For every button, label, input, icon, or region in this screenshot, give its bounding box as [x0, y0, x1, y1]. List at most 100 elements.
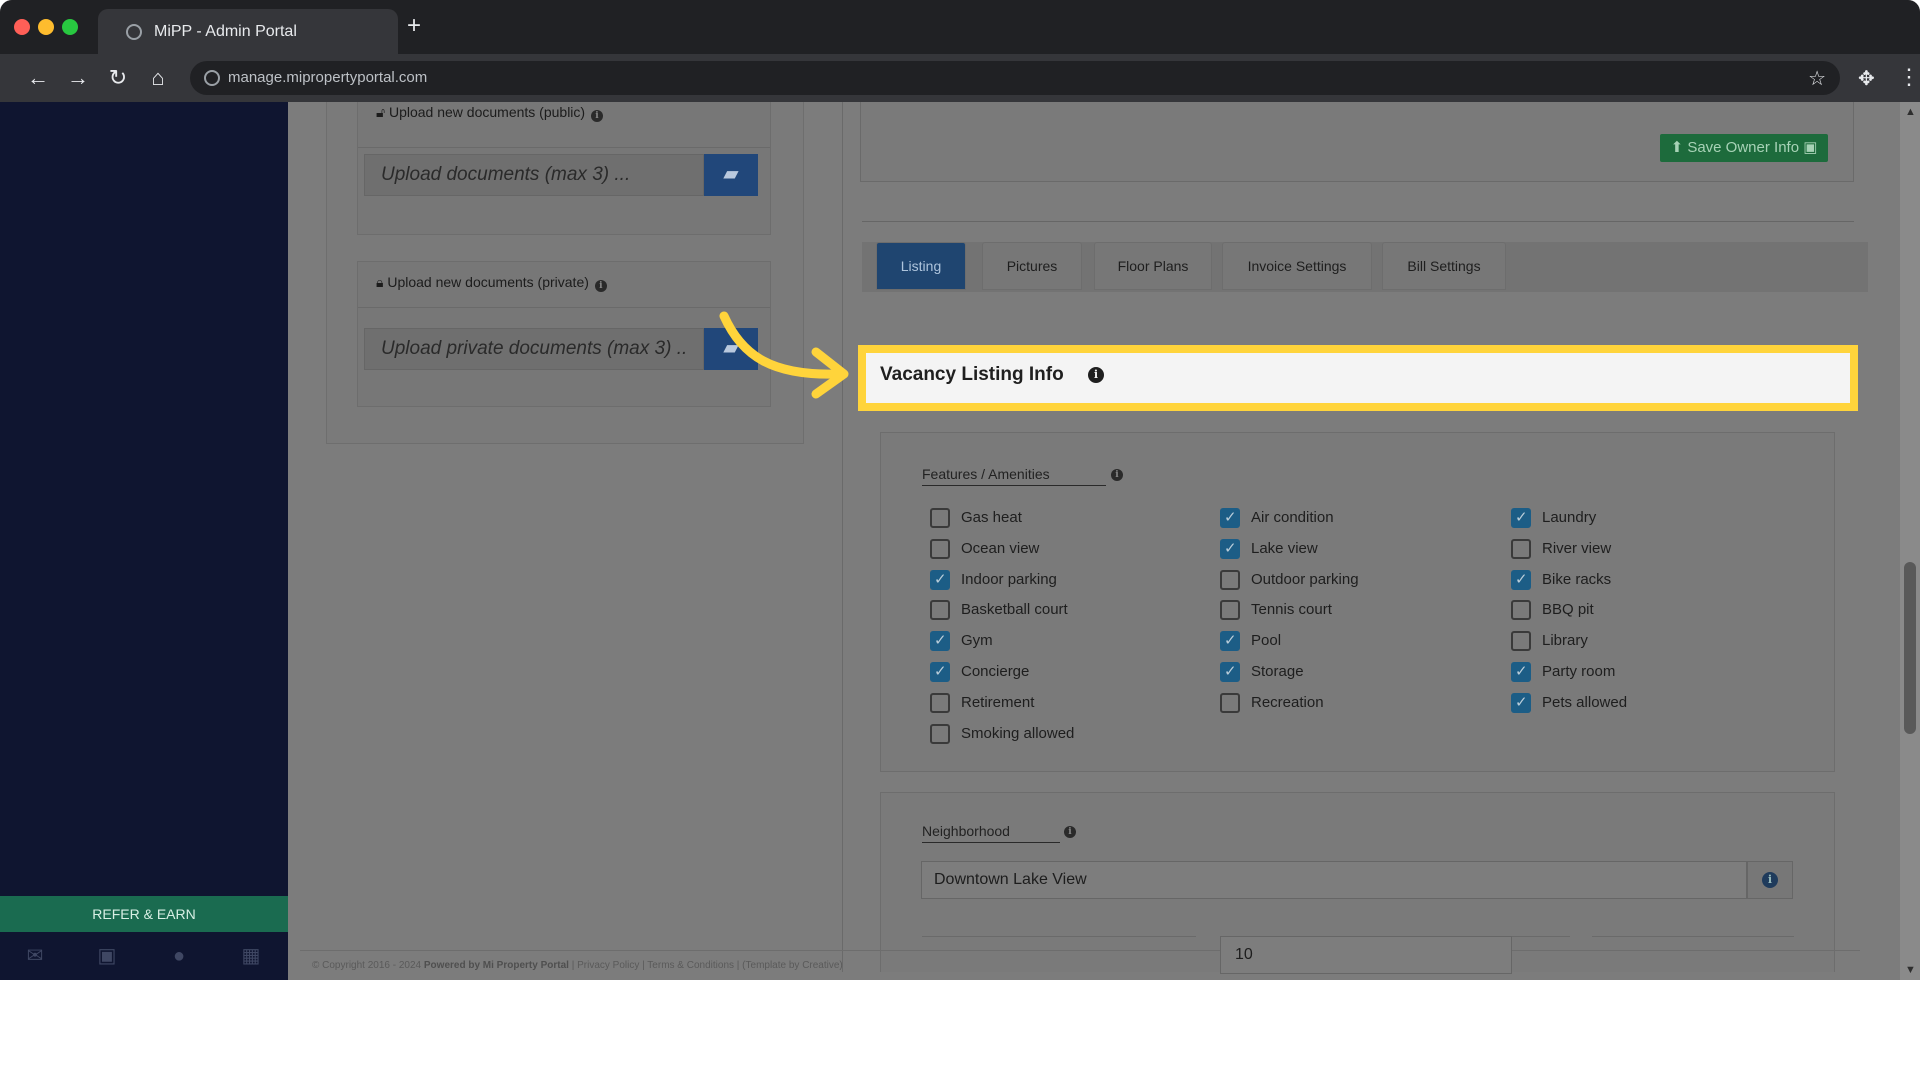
checkbox-label-pool[interactable]: Pool [1251, 632, 1281, 649]
checkbox-laundry[interactable] [1511, 508, 1531, 528]
powered-by-link[interactable]: Powered by Mi Property Portal [424, 960, 569, 971]
checkbox-label-smoking-allowed[interactable]: Smoking allowed [961, 725, 1074, 742]
tab-bill-settings[interactable]: Bill Settings [1382, 242, 1506, 290]
neighborhood-label: Neighborhood [922, 823, 1060, 843]
checkbox-label-air-condition[interactable]: Air condition [1251, 509, 1334, 526]
new-tab-icon[interactable]: + [407, 14, 421, 38]
field-border [1592, 936, 1794, 937]
copyright-text: © Copyright 2016 - 2024 [312, 960, 422, 971]
checkbox-smoking-allowed[interactable] [930, 724, 950, 744]
checkbox-river-view[interactable] [1511, 539, 1531, 559]
page-scrollbar[interactable]: ▲ ▼ [1900, 102, 1920, 980]
forward-icon[interactable]: → [64, 66, 92, 90]
features-amenities-label: Features / Amenities [922, 466, 1106, 486]
floppy-icon: ▣ [1803, 139, 1818, 156]
checkbox-label-storage[interactable]: Storage [1251, 663, 1304, 680]
save-owner-info-button[interactable]: ⬆ Save Owner Info ▣ [1660, 134, 1828, 162]
checkbox-label-basketball-court[interactable]: Basketball court [961, 601, 1068, 618]
number-input[interactable]: 10 [1220, 936, 1512, 974]
checkbox-gym[interactable] [930, 631, 950, 651]
site-info-icon[interactable] [204, 70, 220, 86]
checkbox-label-gas-heat[interactable]: Gas heat [961, 509, 1022, 526]
checkbox-indoor-parking[interactable] [930, 570, 950, 590]
checkbox-label-lake-view[interactable]: Lake view [1251, 540, 1318, 557]
checkbox-basketball-court[interactable] [930, 600, 950, 620]
checkbox-label-ocean-view[interactable]: Ocean view [961, 540, 1039, 557]
checkbox-ocean-view[interactable] [930, 539, 950, 559]
listing-tabs: Listing Pictures Floor Plans Invoice Set… [862, 242, 1868, 292]
checkbox-library[interactable] [1511, 631, 1531, 651]
checkbox-label-bike-racks[interactable]: Bike racks [1542, 571, 1611, 588]
tab-listing[interactable]: Listing [876, 242, 966, 290]
calendar-icon[interactable]: ▦ [240, 946, 262, 966]
checkbox-label-river-view[interactable]: River view [1542, 540, 1611, 557]
tab-pictures[interactable]: Pictures [982, 242, 1082, 290]
private-upload-header: 🔒︎ Upload new documents (private) i [358, 262, 770, 308]
user-icon[interactable]: ● [168, 946, 190, 966]
reload-icon[interactable]: ↻ [104, 66, 132, 90]
scrollbar-thumb[interactable] [1904, 562, 1916, 734]
screen: MiPP - Admin Portal + ← → ↻ ⌂ manage.mip… [0, 0, 1920, 980]
tab-invoice-settings[interactable]: Invoice Settings [1222, 242, 1372, 290]
folder-open-icon[interactable]: ▰ [704, 154, 758, 196]
checkbox-bbq-pit[interactable] [1511, 600, 1531, 620]
private-upload-box: 🔒︎ Upload new documents (private) i Uplo… [357, 261, 771, 407]
checkbox-label-outdoor-parking[interactable]: Outdoor parking [1251, 571, 1359, 588]
checkbox-lake-view[interactable] [1220, 539, 1240, 559]
checkbox-label-party-room[interactable]: Party room [1542, 663, 1615, 680]
envelope-icon[interactable]: ✉ [24, 946, 46, 966]
bookmark-star-icon[interactable]: ☆ [1808, 66, 1826, 91]
checkbox-label-pets-allowed[interactable]: Pets allowed [1542, 694, 1627, 711]
checkbox-tennis-court[interactable] [1220, 600, 1240, 620]
checkbox-retirement[interactable] [930, 693, 950, 713]
minimize-window-button[interactable] [38, 19, 54, 35]
checkbox-label-indoor-parking[interactable]: Indoor parking [961, 571, 1057, 588]
browser-tab[interactable]: MiPP - Admin Portal [98, 9, 398, 54]
private-upload-label: Upload new documents (private) [387, 274, 589, 290]
back-icon[interactable]: ← [24, 66, 52, 90]
refer-earn-button[interactable]: REFER & EARN [0, 896, 288, 932]
info-icon[interactable]: i [1111, 469, 1123, 481]
info-icon[interactable]: i [594, 280, 607, 292]
checkbox-label-tennis-court[interactable]: Tennis court [1251, 601, 1332, 618]
scroll-down-icon[interactable]: ▼ [1905, 964, 1916, 976]
upload-arrow-icon: ⬆ [1670, 139, 1684, 156]
checkbox-label-laundry[interactable]: Laundry [1542, 509, 1596, 526]
public-documents-input[interactable]: Upload documents (max 3) ... [364, 154, 704, 196]
checkbox-label-recreation[interactable]: Recreation [1251, 694, 1324, 711]
url-text: manage.mipropertyportal.com [228, 69, 428, 86]
checkbox-recreation[interactable] [1220, 693, 1240, 713]
checkbox-air-condition[interactable] [1220, 508, 1240, 528]
field-border [922, 936, 1196, 937]
info-icon[interactable]: i [1064, 826, 1076, 838]
extensions-icon[interactable]: ✥ [1858, 66, 1875, 91]
checkbox-label-concierge[interactable]: Concierge [961, 663, 1029, 680]
scroll-up-icon[interactable]: ▲ [1905, 106, 1916, 118]
checkbox-label-gym[interactable]: Gym [961, 632, 993, 649]
home-icon[interactable]: ⌂ [144, 66, 172, 90]
checkbox-outdoor-parking[interactable] [1220, 570, 1240, 590]
neighborhood-input[interactable]: Downtown Lake View [921, 861, 1747, 899]
checkbox-storage[interactable] [1220, 662, 1240, 682]
address-bar[interactable]: manage.mipropertyportal.com ☆ [190, 61, 1840, 95]
briefcase-icon[interactable]: ▣ [96, 946, 118, 966]
checkbox-bike-racks[interactable] [1511, 570, 1531, 590]
footer-links[interactable]: | Privacy Policy | Terms & Conditions | [572, 960, 740, 971]
sidebar: REFER & EARN ✉ ▣ ● ▦ [0, 102, 288, 980]
checkbox-pool[interactable] [1220, 631, 1240, 651]
info-icon[interactable]: i [1088, 367, 1104, 383]
checkbox-pets-allowed[interactable] [1511, 693, 1531, 713]
checkbox-gas-heat[interactable] [930, 508, 950, 528]
checkbox-concierge[interactable] [930, 662, 950, 682]
private-documents-input[interactable]: Upload private documents (max 3) .. [364, 328, 704, 370]
checkbox-label-library[interactable]: Library [1542, 632, 1588, 649]
checkbox-label-bbq-pit[interactable]: BBQ pit [1542, 601, 1594, 618]
tab-floor-plans[interactable]: Floor Plans [1094, 242, 1212, 290]
checkbox-party-room[interactable] [1511, 662, 1531, 682]
checkbox-label-retirement[interactable]: Retirement [961, 694, 1034, 711]
maximize-window-button[interactable] [62, 19, 78, 35]
browser-menu-icon[interactable]: ⋮ [1898, 64, 1920, 90]
close-window-button[interactable] [14, 19, 30, 35]
info-icon[interactable]: i [590, 110, 603, 122]
neighborhood-info-button[interactable]: i [1747, 861, 1793, 899]
